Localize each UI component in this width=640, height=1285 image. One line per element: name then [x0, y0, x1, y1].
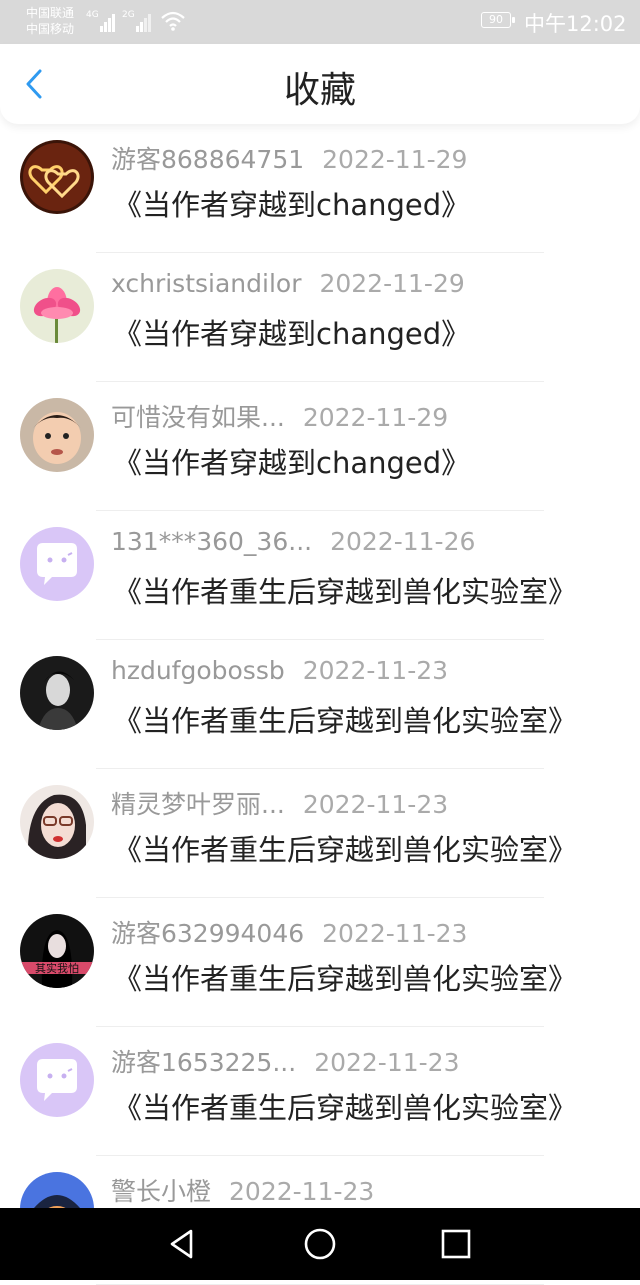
item-meta: 131***360_36... 2022-11-26: [111, 527, 475, 556]
list-item[interactable]: 游客868864751 2022-11-29 《当作者穿越到changed》: [0, 124, 640, 253]
favorite-date: 2022-11-23: [322, 919, 468, 948]
carrier-2: 中国移动: [26, 22, 75, 36]
signal-icon: 4G: [86, 10, 116, 32]
list-item[interactable]: 其实我怕 游客632994046 2022-11-23 《当作者重生后穿越到兽化实验室…: [0, 898, 640, 1027]
item-meta: 游客632994046 2022-11-23: [111, 914, 467, 950]
app-header: 收藏: [0, 44, 640, 124]
avatar[interactable]: [20, 527, 94, 601]
user-name: hzdufgobossb: [111, 656, 285, 685]
network-type-1: 4G: [86, 10, 99, 20]
network-type-2: 2G: [122, 10, 135, 20]
book-title[interactable]: 《当作者穿越到changed》: [113, 311, 470, 353]
battery-icon: 90: [481, 12, 515, 28]
system-nav-bar: [0, 1208, 640, 1280]
favorite-date: 2022-11-29: [319, 269, 465, 298]
avatar[interactable]: [20, 140, 94, 214]
book-title[interactable]: 《当作者重生后穿越到兽化实验室》: [113, 827, 577, 869]
favorite-date: 2022-11-29: [302, 403, 449, 432]
favorite-date: 2022-11-26: [330, 527, 476, 556]
svg-text:其实我怕: 其实我怕: [35, 961, 79, 975]
item-meta: 游客868864751 2022-11-29: [111, 140, 467, 176]
circle-home-icon[interactable]: [300, 1224, 340, 1264]
book-title[interactable]: 《当作者重生后穿越到兽化实验室》: [113, 1085, 577, 1127]
carrier-labels: 中国联通 中国移动: [26, 5, 74, 37]
triangle-back-icon[interactable]: [163, 1224, 203, 1264]
avatar[interactable]: 其实我怕: [20, 914, 94, 988]
user-name: 131***360_36...: [111, 527, 313, 556]
avatar[interactable]: [20, 1043, 94, 1117]
wifi-icon: [161, 11, 185, 31]
list-item[interactable]: 可惜没有如果... 2022-11-29 《当作者穿越到changed》: [0, 382, 640, 511]
book-title[interactable]: 《当作者重生后穿越到兽化实验室》: [113, 569, 577, 611]
favorite-date: 2022-11-23: [302, 656, 449, 685]
book-title[interactable]: 《当作者穿越到changed》: [113, 440, 470, 482]
user-name: 游客1653225...: [111, 1048, 297, 1077]
item-meta: 警长小橙 2022-11-23: [111, 1172, 374, 1208]
signal-icon-2: 2G: [122, 10, 152, 32]
user-name: 游客868864751: [111, 145, 305, 174]
user-name: 警长小橙: [111, 1177, 212, 1206]
item-meta: 精灵梦叶罗丽... 2022-11-23: [111, 785, 448, 821]
list-item[interactable]: 游客1653225... 2022-11-23 《当作者重生后穿越到兽化实验室》: [0, 1027, 640, 1156]
user-name: xchristsiandilor: [111, 269, 302, 298]
user-name: 游客632994046: [111, 919, 305, 948]
user-name: 可惜没有如果...: [111, 403, 285, 432]
book-title[interactable]: 《当作者穿越到changed》: [113, 182, 470, 224]
item-meta: xchristsiandilor 2022-11-29: [111, 269, 465, 298]
list-item[interactable]: hzdufgobossb 2022-11-23 《当作者重生后穿越到兽化实验室》: [0, 640, 640, 769]
favorite-date: 2022-11-23: [229, 1177, 375, 1206]
book-title[interactable]: 《当作者重生后穿越到兽化实验室》: [113, 698, 577, 740]
carrier-1: 中国联通: [26, 6, 75, 20]
list-item[interactable]: xchristsiandilor 2022-11-29 《当作者穿越到changed…: [0, 253, 640, 382]
favorite-date: 2022-11-23: [302, 790, 449, 819]
user-name: 精灵梦叶罗丽...: [111, 790, 285, 819]
book-title[interactable]: 《当作者重生后穿越到兽化实验室》: [113, 956, 577, 998]
avatar[interactable]: [20, 785, 94, 859]
status-bar: 中国联通 中国移动 4G 2G 90 中午12:02: [0, 0, 640, 44]
item-meta: 可惜没有如果... 2022-11-29: [111, 398, 448, 434]
clock: 中午12:02: [524, 12, 627, 36]
list-item[interactable]: 精灵梦叶罗丽... 2022-11-23 《当作者重生后穿越到兽化实验室》: [0, 769, 640, 898]
avatar[interactable]: [20, 398, 94, 472]
item-meta: 游客1653225... 2022-11-23: [111, 1043, 459, 1079]
avatar[interactable]: [20, 269, 94, 343]
chevron-left-icon[interactable]: [18, 66, 50, 102]
favorites-list: 游客868864751 2022-11-29 《当作者穿越到changed》 xchr…: [0, 124, 640, 1285]
avatar[interactable]: [20, 656, 94, 730]
list-item[interactable]: 131***360_36... 2022-11-26 《当作者重生后穿越到兽化实验室…: [0, 511, 640, 640]
square-recent-icon[interactable]: [436, 1224, 476, 1264]
favorite-date: 2022-11-23: [314, 1048, 460, 1077]
item-meta: hzdufgobossb 2022-11-23: [111, 656, 448, 685]
favorite-date: 2022-11-29: [322, 145, 468, 174]
